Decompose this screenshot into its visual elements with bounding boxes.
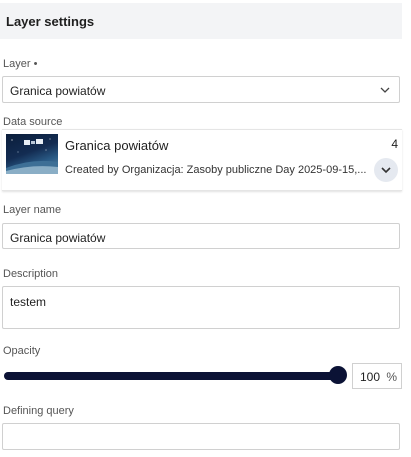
description-label: Description — [3, 268, 59, 280]
expand-button[interactable] — [374, 158, 398, 182]
data-source-subtitle: Created by Organizacja: Zasoby publiczne… — [65, 164, 367, 176]
satellite-image-icon — [6, 138, 58, 174]
layer-name-label: Layer name — [3, 204, 62, 216]
opacity-slider-fill — [4, 372, 338, 380]
description-value: testem — [10, 295, 47, 309]
opacity-slider-thumb[interactable] — [329, 366, 347, 384]
panel-header: Layer settings — [0, 3, 402, 39]
opacity-input[interactable]: 100 % — [352, 363, 402, 389]
description-textarea[interactable]: testem — [2, 286, 400, 329]
opacity-unit: % — [386, 370, 397, 384]
layer-name-input[interactable]: Granica powiatów — [2, 223, 400, 249]
panel-title: Layer settings — [6, 13, 95, 29]
data-source-card[interactable]: Granica powiatów Created by Organizacja:… — [2, 129, 402, 191]
layer-label: Layer • — [3, 58, 38, 70]
data-source-title: Granica powiatów — [65, 138, 169, 153]
defining-query-input[interactable] — [2, 423, 400, 450]
defining-query-label: Defining query — [3, 405, 74, 417]
data-source-count: 4 — [391, 137, 398, 151]
layer-select-value: Granica powiatów — [10, 84, 106, 98]
layer-name-value: Granica powiatów — [10, 231, 106, 245]
opacity-slider-track[interactable] — [4, 372, 338, 380]
data-source-thumbnail — [6, 134, 58, 174]
data-source-label: Data source — [3, 116, 63, 128]
opacity-value: 100 — [359, 370, 380, 384]
layer-select[interactable]: Granica powiatów — [2, 76, 400, 103]
opacity-label: Opacity — [3, 345, 41, 357]
chevron-down-icon — [381, 167, 391, 174]
chevron-down-icon — [380, 87, 390, 93]
